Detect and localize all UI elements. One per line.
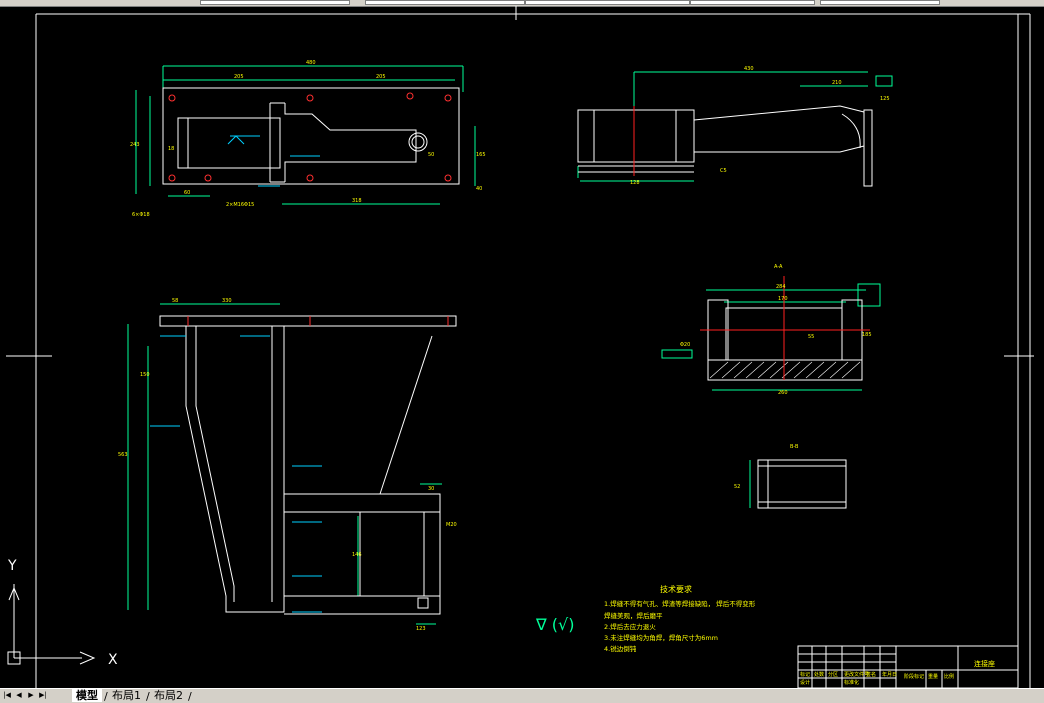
- svg-text:58: 58: [172, 298, 178, 304]
- svg-text:签名: 签名: [866, 671, 876, 678]
- tech-req-item: 4.锐边倒钝: [604, 644, 637, 653]
- dimension-labels: 480 205 205 318 60 165 243 40 50 18 6×Φ1…: [118, 60, 890, 632]
- svg-text:284: 284: [776, 284, 786, 290]
- svg-text:Φ20: Φ20: [680, 342, 690, 348]
- svg-text:430: 430: [744, 66, 754, 72]
- ucs-icon: [7, 584, 96, 665]
- ucs-y-label: Y: [7, 558, 17, 574]
- tech-req-item: 1.焊缝不得有气孔、焊渣等焊接缺陷， 焊后不得变形: [604, 599, 756, 608]
- technical-requirements: 技术要求 1.焊缝不得有气孔、焊渣等焊接缺陷， 焊后不得变形 焊缝美观，焊后磨平…: [604, 584, 756, 653]
- toolbar-field[interactable]: [525, 0, 690, 5]
- svg-text:2×M16Φ15: 2×M16Φ15: [226, 202, 254, 208]
- svg-text:480: 480: [306, 60, 316, 66]
- roughness-symbol: ∇ (√): [535, 615, 574, 634]
- svg-text:125: 125: [880, 96, 890, 102]
- svg-text:分区: 分区: [828, 671, 838, 678]
- tech-req-item: 3.未注焊缝均为角焊，焊角尺寸为6mm: [604, 633, 718, 642]
- front-elevation: [577, 71, 893, 187]
- svg-text:30: 30: [428, 486, 434, 492]
- svg-text:52: 52: [734, 484, 740, 490]
- svg-text:比例: 比例: [944, 673, 954, 680]
- svg-text:563: 563: [118, 452, 128, 458]
- svg-text:128: 128: [630, 180, 640, 186]
- title-block-text: 标记 处数 分区 更改文件号 签名 年月日 设计 标准化 阶段标记 重量 比例 …: [800, 659, 995, 686]
- svg-text:50: 50: [428, 152, 434, 158]
- svg-text:123: 123: [416, 626, 426, 632]
- model-space-canvas[interactable]: ∇ (√) 技术要求 1.焊缝不得有气孔、焊渣等焊接缺陷， 焊后不得变形 焊缝美…: [0, 6, 1044, 688]
- svg-text:243: 243: [130, 142, 140, 148]
- svg-text:185: 185: [862, 332, 872, 338]
- svg-text:标准化: 标准化: [844, 679, 859, 686]
- toolbar-field[interactable]: [820, 0, 940, 5]
- svg-text:146: 146: [352, 552, 362, 558]
- first-tab-icon[interactable]: |◀: [2, 690, 12, 701]
- svg-text:阶段标记: 阶段标记: [904, 673, 924, 680]
- svg-text:M20: M20: [446, 522, 457, 528]
- prev-tab-icon[interactable]: ◀: [14, 690, 24, 701]
- tech-req-item: 2.焊后去应力退火: [604, 622, 656, 631]
- svg-text:B-B: B-B: [790, 444, 799, 450]
- svg-text:A-A: A-A: [774, 264, 783, 270]
- tab-model[interactable]: 模型: [72, 689, 102, 702]
- svg-text:40: 40: [476, 186, 482, 192]
- tab-layout1[interactable]: 布局1: [108, 689, 145, 702]
- last-tab-icon[interactable]: ▶|: [38, 690, 48, 701]
- tech-req-title: 技术要求: [660, 584, 692, 594]
- part-name: 连接座: [974, 659, 995, 668]
- svg-text:205: 205: [234, 74, 244, 80]
- svg-text:年月日: 年月日: [882, 671, 897, 678]
- svg-text:∇ (√): ∇ (√): [535, 615, 574, 634]
- svg-text:330: 330: [222, 298, 232, 304]
- svg-text:C5: C5: [720, 168, 727, 174]
- svg-text:标记: 标记: [800, 671, 810, 678]
- svg-text:170: 170: [778, 296, 788, 302]
- ucs-x-label: X: [108, 652, 118, 668]
- svg-text:60: 60: [184, 190, 190, 196]
- top-view: [135, 65, 476, 205]
- svg-text:165: 165: [476, 152, 486, 158]
- section-aa: [661, 276, 881, 391]
- svg-text:6×Φ18: 6×Φ18: [132, 212, 150, 218]
- svg-text:318: 318: [352, 198, 362, 204]
- next-tab-icon[interactable]: ▶: [26, 690, 36, 701]
- svg-text:260: 260: [778, 390, 788, 396]
- drawing-border: [6, 6, 1034, 688]
- svg-text:设计: 设计: [800, 679, 810, 686]
- tab-divider: /: [188, 690, 192, 703]
- svg-text:重量: 重量: [928, 673, 938, 680]
- toolbar-field[interactable]: [690, 0, 815, 5]
- svg-text:210: 210: [832, 80, 842, 86]
- svg-text:55: 55: [808, 334, 814, 340]
- svg-text:205: 205: [376, 74, 386, 80]
- side-view: [127, 303, 457, 625]
- layout-tab-bar: |◀ ◀ ▶ ▶| 模型 / 布局1 / 布局2 /: [0, 688, 1044, 703]
- svg-text:处数: 处数: [814, 671, 824, 678]
- svg-text:18: 18: [168, 146, 174, 152]
- section-bb: [749, 459, 847, 509]
- tab-layout2[interactable]: 布局2: [150, 689, 187, 702]
- svg-text:150: 150: [140, 372, 150, 378]
- toolbar-field[interactable]: [365, 0, 525, 5]
- toolbar-field[interactable]: [200, 0, 350, 5]
- tech-req-item: 焊缝美观，焊后磨平: [604, 611, 663, 620]
